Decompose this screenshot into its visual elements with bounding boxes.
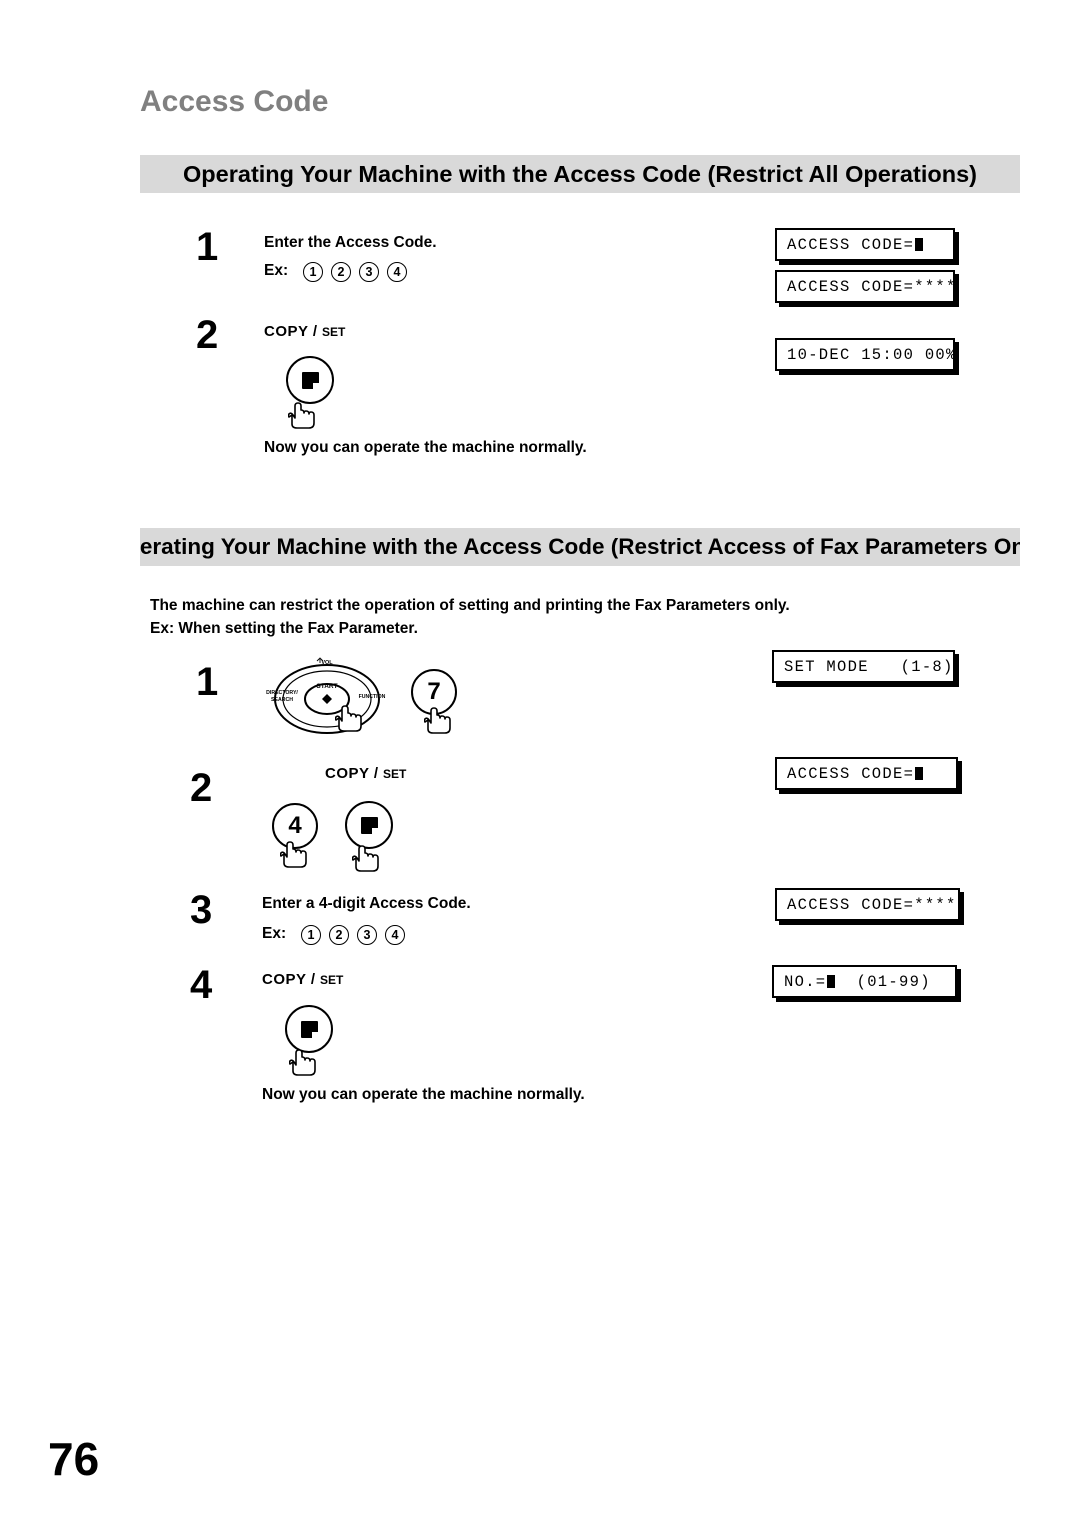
set-label-2: SET: [383, 767, 407, 781]
keypad-key-4[interactable]: 4: [387, 262, 407, 282]
control-panel-dial[interactable]: START VOL DIRECTORY/ SEARCH FUNCTION: [258, 648, 396, 746]
section-1-step-1-number: 1: [196, 225, 219, 269]
press-hand-icon: [288, 402, 315, 429]
section-2-step-3-ex-label: Ex:: [262, 925, 287, 942]
page-number: 76: [48, 1433, 100, 1485]
copy-set-button-4[interactable]: [285, 1005, 333, 1053]
section-1-banner: Operating Your Machine with the Access C…: [140, 155, 1020, 193]
page-title: Access Code: [140, 85, 329, 118]
press-hand-icon-7: [424, 707, 451, 734]
copy-set-icon-2: [360, 816, 379, 835]
svg-text:SEARCH: SEARCH: [271, 697, 293, 703]
lcd-text-1-1: ACCESS CODE=: [787, 235, 915, 254]
lcd-cursor-1-1: [915, 238, 924, 251]
copy-set-icon: [301, 371, 320, 390]
lcd-text-2-2: ACCESS CODE=: [787, 764, 915, 783]
section-2-copy-set-label: COPY / SET: [325, 765, 406, 783]
press-hand-icon-dial: [335, 705, 362, 732]
section-2-banner: Operating Your Machine with the Access C…: [140, 528, 1020, 566]
lcd-text-1-2: ACCESS CODE=****: [787, 277, 957, 296]
svg-text:VOL: VOL: [321, 660, 333, 666]
set-label-4: SET: [320, 973, 344, 987]
lcd-display-2-2: ACCESS CODE=: [775, 757, 958, 790]
keypad-key-1-step3[interactable]: 1: [301, 925, 321, 945]
copy-label-2: COPY /: [325, 765, 379, 782]
section-2-closing-text: Now you can operate the machine normally…: [262, 1086, 585, 1103]
section-2-step-4-number: 4: [190, 963, 213, 1007]
press-hand-icon-4: [280, 841, 307, 868]
lcd-display-1-3: 10-DEC 15:00 00%: [775, 338, 955, 371]
svg-text:FUNCTION: FUNCTION: [359, 694, 386, 700]
press-hand-icon-set4: [289, 1049, 316, 1076]
copy-set-button-2[interactable]: [345, 801, 393, 849]
lcd-display-2-4: NO.= (01-99): [772, 965, 957, 998]
section-2-step-3-instruction: Enter a 4-digit Access Code.: [262, 895, 471, 912]
section-2-copy-set-label-4: COPY / SET: [262, 971, 343, 989]
lcd-text-2-1: SET MODE (1-8): [784, 657, 954, 676]
keypad-key-2-step3[interactable]: 2: [329, 925, 349, 945]
lcd-text-1-3: 10-DEC 15:00 00%: [787, 345, 957, 364]
lcd-display-2-1: SET MODE (1-8): [772, 650, 955, 683]
keypad-key-3-step3[interactable]: 3: [357, 925, 377, 945]
lcd-display-1-1: ACCESS CODE=: [775, 228, 955, 261]
section-1-closing-text: Now you can operate the machine normally…: [264, 439, 587, 456]
keypad-key-1[interactable]: 1: [303, 262, 323, 282]
lcd-text-2-4-suffix: (01-99): [835, 972, 931, 991]
keypad-key-4-step3[interactable]: 4: [385, 925, 405, 945]
set-label: SET: [322, 325, 346, 339]
lcd-text-2-4: NO.=: [784, 972, 827, 991]
section-2-banner-text: Operating Your Machine with the Access C…: [140, 534, 1020, 559]
svg-text:START: START: [316, 683, 337, 690]
section-2-step-2-number: 2: [190, 766, 213, 810]
copy-set-button-1[interactable]: [286, 356, 334, 404]
copy-set-icon-4: [300, 1020, 319, 1039]
section-2-intro-line1: The machine can restrict the operation o…: [150, 597, 790, 614]
lcd-text-2-3: ACCESS CODE=****: [787, 895, 957, 914]
section-2-step-1-number: 1: [196, 660, 219, 704]
section-1-copy-set-label: COPY / SET: [264, 323, 345, 341]
section-2-intro-line2: Ex: When setting the Fax Parameter.: [150, 620, 418, 637]
press-hand-icon-set2: [352, 845, 379, 872]
svg-text:DIRECTORY/: DIRECTORY/: [266, 690, 298, 696]
lcd-cursor-2-2: [915, 767, 924, 780]
keypad-key-3[interactable]: 3: [359, 262, 379, 282]
lcd-display-1-2: ACCESS CODE=****: [775, 270, 955, 303]
section-1-step-1-ex-label: Ex:: [264, 262, 289, 279]
document-page: Access Code Operating Your Machine with …: [0, 0, 1080, 1528]
section-1-step-2-number: 2: [196, 313, 219, 357]
copy-label: COPY /: [264, 323, 318, 340]
lcd-cursor-2-4: [827, 975, 836, 988]
section-2-step-3-number: 3: [190, 888, 213, 932]
keypad-key-2[interactable]: 2: [331, 262, 351, 282]
lcd-display-2-3: ACCESS CODE=****: [775, 888, 960, 921]
section-1-banner-text: Operating Your Machine with the Access C…: [183, 160, 977, 187]
section-1-step-1-instruction: Enter the Access Code.: [264, 234, 437, 251]
copy-label-4: COPY /: [262, 971, 316, 988]
